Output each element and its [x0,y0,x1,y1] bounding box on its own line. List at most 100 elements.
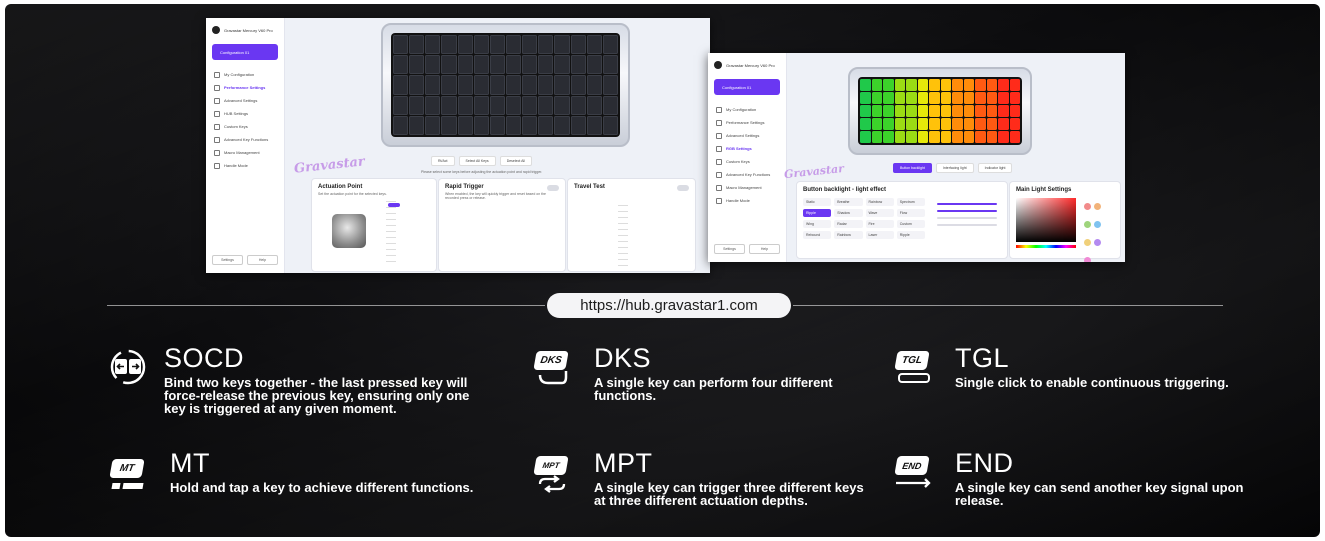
keycap[interactable] [929,79,940,91]
keycap[interactable] [457,55,473,75]
keycap[interactable] [586,55,602,75]
keycap[interactable] [871,118,882,130]
swatch[interactable] [1083,238,1091,246]
keycap[interactable] [425,35,441,55]
keycap[interactable] [906,105,917,117]
keycap[interactable] [952,131,963,143]
brightness-slider[interactable] [937,203,997,205]
keycap[interactable] [393,55,409,75]
travel-test-toggle[interactable] [677,185,689,191]
keycap[interactable] [894,131,905,143]
keycap[interactable] [473,35,489,55]
keycap[interactable] [554,55,570,75]
keycap[interactable] [986,105,997,117]
keycap[interactable] [929,105,940,117]
effect-option[interactable]: Fire [865,220,894,228]
keycap[interactable] [554,115,570,135]
keycap[interactable] [393,75,409,95]
keycap[interactable] [522,75,538,95]
effect-option[interactable]: Rebound [803,231,832,239]
keycap[interactable] [425,55,441,75]
keycap[interactable] [441,115,457,135]
keycap[interactable] [1009,92,1020,104]
keycap[interactable] [975,131,986,143]
effect-option[interactable]: Shadow [834,209,863,217]
keycap[interactable] [986,92,997,104]
keycap[interactable] [883,79,894,91]
keycap[interactable] [570,95,586,115]
effect-sliders[interactable] [937,198,997,231]
keycap[interactable] [522,35,538,55]
keycap[interactable] [883,105,894,117]
sidebar-item-performance-settings[interactable]: Performance Settings [714,116,780,129]
keycap[interactable] [489,95,505,115]
keycap[interactable] [409,35,425,55]
direction-control[interactable] [937,217,997,219]
keycap[interactable] [489,55,505,75]
effect-option[interactable]: Ripple [803,209,832,217]
keycap[interactable] [602,55,618,75]
sidebar-item-custom-keys[interactable]: Custom Keys [714,155,780,168]
speed-slider[interactable] [937,210,997,212]
keycap[interactable] [1009,105,1020,117]
effect-option[interactable]: Wave [865,209,894,217]
keycap[interactable] [963,92,974,104]
keycap[interactable] [554,95,570,115]
keycap[interactable] [602,35,618,55]
keycap[interactable] [871,92,882,104]
help-button[interactable]: Help [749,244,780,254]
sleep-control[interactable] [937,224,997,226]
sidebar-item-advanced-key-functions[interactable]: Advanced Key Functions [714,168,780,181]
keycap[interactable] [586,35,602,55]
keycap[interactable] [894,79,905,91]
keycap[interactable] [906,92,917,104]
effect-option[interactable]: Custom [896,220,925,228]
keycap[interactable] [506,95,522,115]
keycap[interactable] [917,105,928,117]
keycap[interactable] [860,92,871,104]
keycap[interactable] [554,75,570,95]
keycap[interactable] [522,55,538,75]
keycap[interactable] [952,92,963,104]
keycap[interactable] [940,105,951,117]
effect-option[interactable]: Rainbow [865,198,894,206]
keycap[interactable] [986,131,997,143]
keycap[interactable] [963,131,974,143]
keycap[interactable] [860,79,871,91]
keycap[interactable] [538,55,554,75]
effect-option[interactable]: Breathe [834,198,863,206]
keycap[interactable] [473,95,489,115]
keycap[interactable] [586,75,602,95]
keycap[interactable] [952,79,963,91]
swatch[interactable] [1083,202,1091,210]
sidebar-item-hub-settings[interactable]: HUB Settings [212,107,278,120]
effect-option[interactable]: Ripple [896,231,925,239]
help-button[interactable]: Help [247,255,278,265]
keycap[interactable] [570,55,586,75]
keycap[interactable] [998,105,1009,117]
keycap[interactable] [883,131,894,143]
keycap[interactable] [963,105,974,117]
keycap[interactable] [602,95,618,115]
sidebar-item-advanced-key-functions[interactable]: Advanced Key Functions [212,133,278,146]
keycap[interactable] [894,92,905,104]
select-all-keys-button[interactable]: Select All Keys [458,156,496,166]
keycap[interactable] [1009,118,1020,130]
keycap[interactable] [1009,79,1020,91]
url-pill[interactable]: https://hub.gravastar1.com [547,293,791,318]
keycap[interactable] [506,55,522,75]
keycap[interactable] [570,75,586,95]
keycap[interactable] [538,35,554,55]
keycap[interactable] [975,92,986,104]
settings-button[interactable]: Settings [714,244,745,254]
effect-option[interactable]: Static [803,198,832,206]
keycap[interactable] [940,79,951,91]
keycap[interactable] [998,131,1009,143]
color-picker[interactable] [1016,198,1076,242]
keycap[interactable] [457,75,473,95]
configuration-select[interactable]: Configuration 01 [212,44,278,60]
button-backlight-tab[interactable]: Button backlight [893,163,932,173]
device-header[interactable]: Gravastar Mercury V60 Pro [708,53,786,73]
keycap[interactable] [940,131,951,143]
sidebar-item-my-configuration[interactable]: My Configuration [212,68,278,81]
